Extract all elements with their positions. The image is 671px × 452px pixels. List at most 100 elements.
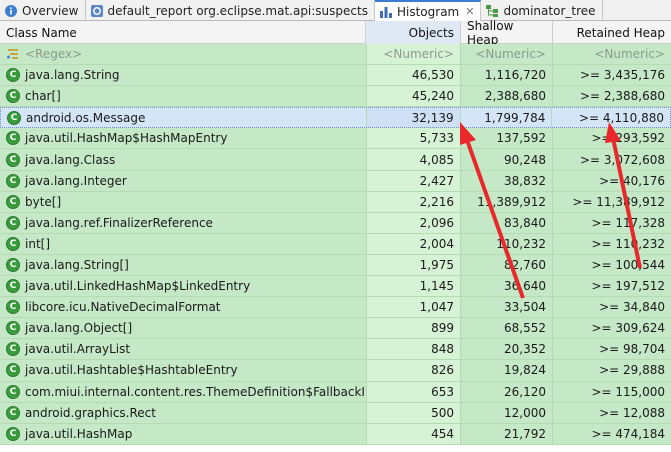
table-row[interactable]: Cjava.lang.Object[] 899 68,552 >= 309,624	[0, 318, 671, 340]
class-icon: C	[6, 257, 20, 272]
table-row[interactable]: Cjava.lang.Integer 2,427 38,832 >= 40,176	[0, 170, 671, 192]
class-name-cell: Cjava.util.ArrayList	[0, 339, 366, 359]
shallow-heap-cell: 38,832	[461, 170, 553, 191]
table-row[interactable]: Cjava.lang.ref.FinalizerReference 2,096 83…	[0, 212, 671, 234]
shallow-heap-cell: 68,552	[461, 318, 553, 339]
class-name-cell: Cchar[]	[0, 86, 366, 106]
retained-heap-cell: >= 98,704	[599, 342, 665, 357]
table-row[interactable]: Cjava.util.Hashtable$HashtableEntry 826 19…	[0, 360, 671, 382]
objects-cell: 2,427	[366, 170, 461, 191]
class-name-cell: Cjava.lang.Class	[0, 149, 366, 169]
retained-heap-cell: >= 40,176	[599, 173, 665, 188]
table-row[interactable]: Candroid.graphics.Rect 500 12,000 >= 12,088	[0, 402, 671, 424]
objects-cell: 826	[366, 360, 461, 381]
retained-heap-cell: >= 3,072,608	[580, 152, 665, 167]
shallow-heap-cell: 26,120	[461, 381, 553, 402]
table-row[interactable]: Cint[] 2,004 110,232 >= 110,232	[0, 233, 671, 255]
shallow-heap-cell: 82,760	[461, 254, 553, 276]
class-name-cell: Cjava.util.Hashtable$HashtableEntry	[0, 360, 366, 380]
class-name-text: java.util.Hashtable$HashtableEntry	[25, 363, 238, 378]
tab-histogram[interactable]: Histogram ✕	[374, 0, 482, 22]
tab-label: dominator_tree	[503, 3, 596, 18]
shallow-heap-cell: 2,388,680	[461, 86, 553, 107]
retained-heap-cell: >= 29,888	[599, 363, 665, 378]
shallow-heap-cell: 36,640	[461, 276, 553, 297]
class-name-text: java.util.LinkedHashMap$LinkedEntry	[25, 279, 251, 294]
column-header-retained-heap[interactable]: Retained Heap	[553, 21, 671, 44]
column-header-class-name[interactable]: Class Name	[0, 21, 366, 44]
column-header-shallow-heap[interactable]: Shallow Heap	[461, 19, 553, 47]
table-row[interactable]: Cjava.util.HashMap 454 21,792 >= 474,184	[0, 423, 671, 445]
tab-overview[interactable]: Overview	[0, 0, 86, 21]
class-name-cell: Cjava.lang.String	[0, 65, 366, 85]
shallow-heap-cell: 90,248	[461, 149, 553, 170]
objects-cell: 4,085	[366, 149, 461, 170]
class-name-cell: Candroid.graphics.Rect	[0, 403, 366, 423]
retained-heap-filter[interactable]: <Numeric>	[553, 44, 671, 64]
class-icon: C	[6, 131, 20, 146]
retained-heap-cell: >= 2,388,680	[580, 89, 665, 104]
tab-label: default_report org.eclipse.mat.api:suspe…	[107, 3, 368, 18]
objects-cell: 46,530	[366, 65, 461, 86]
table-row[interactable]: Cjava.util.LinkedHashMap$LinkedEntry 1,14…	[0, 276, 671, 298]
table-row[interactable]: Cjava.util.HashMap$HashMapEntry 5,733 137,…	[0, 128, 671, 150]
objects-cell: 2,004	[366, 233, 461, 254]
info-icon	[4, 4, 18, 18]
objects-cell: 1,145	[366, 276, 461, 297]
class-name-filter[interactable]: <Regex>	[0, 44, 366, 64]
table-row[interactable]: Cchar[] 45,240 2,388,680 >= 2,388,680	[0, 86, 671, 108]
shallow-heap-cell: 19,824	[461, 360, 553, 381]
objects-cell: 1,047	[366, 297, 461, 318]
class-name-cell: Ccom.miui.internal.content.res.ThemeDefi…	[0, 382, 366, 402]
retained-heap-cell: >= 309,624	[591, 321, 665, 336]
histogram-icon	[379, 5, 393, 19]
close-icon[interactable]: ✕	[465, 5, 474, 18]
shallow-heap-cell: 83,840	[461, 212, 553, 233]
report-icon	[90, 4, 104, 18]
filter-row: <Regex> <Numeric> <Numeric> <Numeric>	[0, 44, 671, 66]
retained-heap-cell: >= 4,110,880	[579, 110, 664, 125]
histogram-table: <Regex> <Numeric> <Numeric> <Numeric> Cj…	[0, 44, 671, 445]
class-name-cell: Cjava.util.HashMap	[0, 424, 366, 444]
class-name-text: int[]	[25, 236, 51, 251]
class-name-text: java.util.HashMap$HashMapEntry	[25, 131, 228, 146]
tab-label: Overview	[22, 3, 79, 18]
retained-heap-cell: >= 293,592	[591, 131, 665, 146]
objects-cell: 1,975	[366, 254, 461, 276]
class-icon: C	[6, 68, 20, 83]
table-row[interactable]: Cjava.lang.String 46,530 1,116,720 >= 3,435…	[0, 65, 671, 87]
objects-cell: 5,733	[366, 128, 461, 149]
class-icon: C	[6, 405, 20, 420]
editor-tab-bar: Overview default_report org.eclipse.mat.…	[0, 0, 671, 22]
table-row[interactable]: Cjava.lang.String[] 1,975 82,760 >= 100,544	[0, 254, 671, 277]
class-icon: C	[6, 173, 20, 188]
class-name-text: com.miui.internal.content.res.ThemeDefin…	[25, 384, 366, 399]
shallow-heap-cell: 1,116,720	[461, 65, 553, 86]
objects-cell: 45,240	[366, 86, 461, 107]
table-row[interactable]: Candroid.os.Message 32,139 1,799,784 >= 4,1…	[0, 107, 671, 129]
objects-cell: 32,139	[365, 108, 461, 128]
tab-default-report[interactable]: default_report org.eclipse.mat.api:suspe…	[86, 0, 375, 21]
regex-filter-text: <Regex>	[25, 47, 83, 62]
class-name-text: java.lang.Object[]	[25, 321, 133, 336]
class-icon: C	[6, 279, 20, 294]
objects-filter[interactable]: <Numeric>	[366, 44, 461, 65]
table-row[interactable]: Cjava.lang.Class 4,085 90,248 >= 3,072,608	[0, 149, 671, 171]
table-row[interactable]: Ccom.miui.internal.content.res.ThemeDefi…	[0, 381, 671, 403]
table-row[interactable]: Cjava.util.ArrayList 848 20,352 >= 98,704	[0, 339, 671, 361]
class-name-text: java.util.HashMap	[25, 426, 133, 441]
class-name-cell: Cjava.util.HashMap$HashMapEntry	[0, 128, 366, 148]
column-header-objects[interactable]: Objects	[366, 21, 461, 44]
class-icon: C	[6, 363, 20, 378]
objects-cell: 899	[366, 318, 461, 339]
table-row[interactable]: Cbyte[] 2,216 11,389,912 >= 11,389,912	[0, 191, 671, 213]
class-icon: C	[6, 426, 20, 441]
table-row[interactable]: Clibcore.icu.NativeDecimalFormat 1,047 33,…	[0, 297, 671, 319]
retained-heap-cell: >= 110,232	[591, 236, 665, 251]
class-name-text: libcore.icu.NativeDecimalFormat	[25, 300, 221, 315]
retained-heap-cell: >= 197,512	[591, 279, 665, 294]
regex-filter-icon	[6, 47, 20, 61]
class-name-cell: Cjava.lang.Integer	[0, 171, 366, 191]
shallow-heap-filter[interactable]: <Numeric>	[461, 44, 553, 65]
class-name-cell: Cint[]	[0, 234, 366, 254]
